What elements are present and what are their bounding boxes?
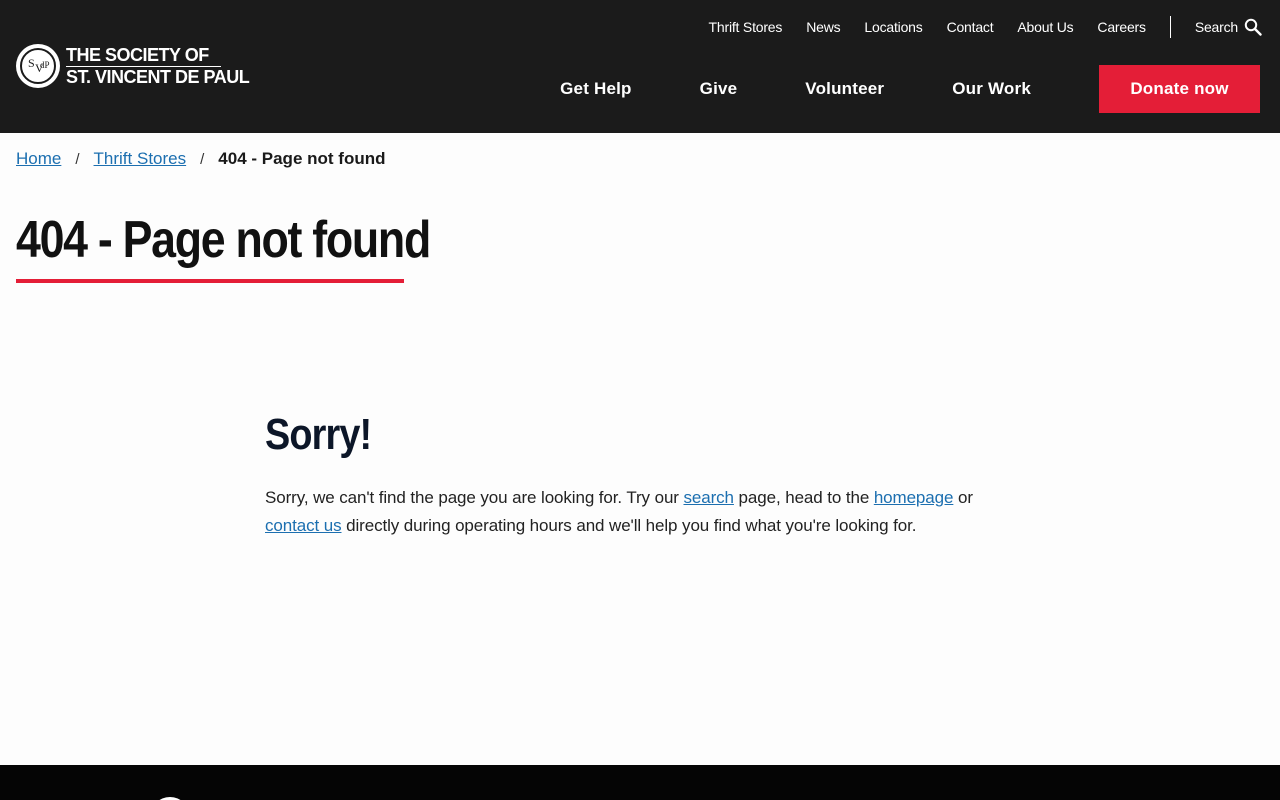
breadcrumb-home[interactable]: Home xyxy=(16,149,61,169)
error-text-3: or xyxy=(953,488,973,507)
util-nav-news[interactable]: News xyxy=(806,19,840,35)
error-description: Sorry, we can't find the page you are lo… xyxy=(265,484,985,540)
search-button[interactable]: Search xyxy=(1195,18,1262,36)
homepage-link[interactable]: homepage xyxy=(874,488,954,507)
site-footer xyxy=(0,765,1280,800)
nav-volunteer[interactable]: Volunteer xyxy=(805,79,884,99)
breadcrumb-thrift-stores[interactable]: Thrift Stores xyxy=(94,149,187,169)
error-message: Sorry! Sorry, we can't find the page you… xyxy=(265,408,985,540)
donate-button[interactable]: Donate now xyxy=(1099,65,1260,113)
search-link[interactable]: search xyxy=(683,488,734,507)
util-nav-contact[interactable]: Contact xyxy=(947,19,994,35)
util-nav-divider xyxy=(1169,16,1171,38)
nav-our-work[interactable]: Our Work xyxy=(952,79,1031,99)
search-icon xyxy=(1244,18,1262,36)
svg-text:S: S xyxy=(28,56,35,70)
util-nav-locations[interactable]: Locations xyxy=(864,19,922,35)
error-text-2: page, head to the xyxy=(733,488,874,507)
util-nav-about-us[interactable]: About Us xyxy=(1017,19,1073,35)
site-header: S V dP The Society of St. Vincent de Pau… xyxy=(0,0,1280,133)
util-nav-thrift-stores[interactable]: Thrift Stores xyxy=(709,19,783,35)
main-nav: Get Help Give Volunteer Our Work Donate … xyxy=(560,65,1260,113)
logo-line-2: St. Vincent de Paul xyxy=(66,66,250,87)
error-text-4: directly during operating hours and we'l… xyxy=(341,516,917,535)
logo-line-1: The Society of xyxy=(66,45,221,67)
logo-wordmark: The Society of St. Vincent de Paul xyxy=(66,45,250,88)
utility-nav: Thrift Stores News Locations Contact Abo… xyxy=(685,16,1262,38)
error-text-1: Sorry, we can't find the page you are lo… xyxy=(265,488,684,507)
util-nav-careers[interactable]: Careers xyxy=(1097,19,1146,35)
svdp-emblem-icon: S V dP xyxy=(16,44,60,88)
breadcrumb-separator: / xyxy=(200,150,205,168)
nav-give[interactable]: Give xyxy=(700,79,738,99)
error-heading: Sorry! xyxy=(265,410,372,459)
nav-get-help[interactable]: Get Help xyxy=(560,79,632,99)
svg-text:dP: dP xyxy=(40,60,50,70)
page-title-block: 404 - Page not found xyxy=(16,208,497,283)
search-label: Search xyxy=(1194,19,1238,35)
breadcrumb-separator: / xyxy=(75,150,80,168)
page-title: 404 - Page not found xyxy=(16,211,431,269)
site-logo[interactable]: S V dP The Society of St. Vincent de Pau… xyxy=(16,42,250,90)
breadcrumb-current: 404 - Page not found xyxy=(218,149,386,168)
title-underline xyxy=(16,279,404,283)
contact-us-link[interactable]: contact us xyxy=(265,516,342,535)
breadcrumb: Home / Thrift Stores / 404 - Page not fo… xyxy=(16,147,385,171)
